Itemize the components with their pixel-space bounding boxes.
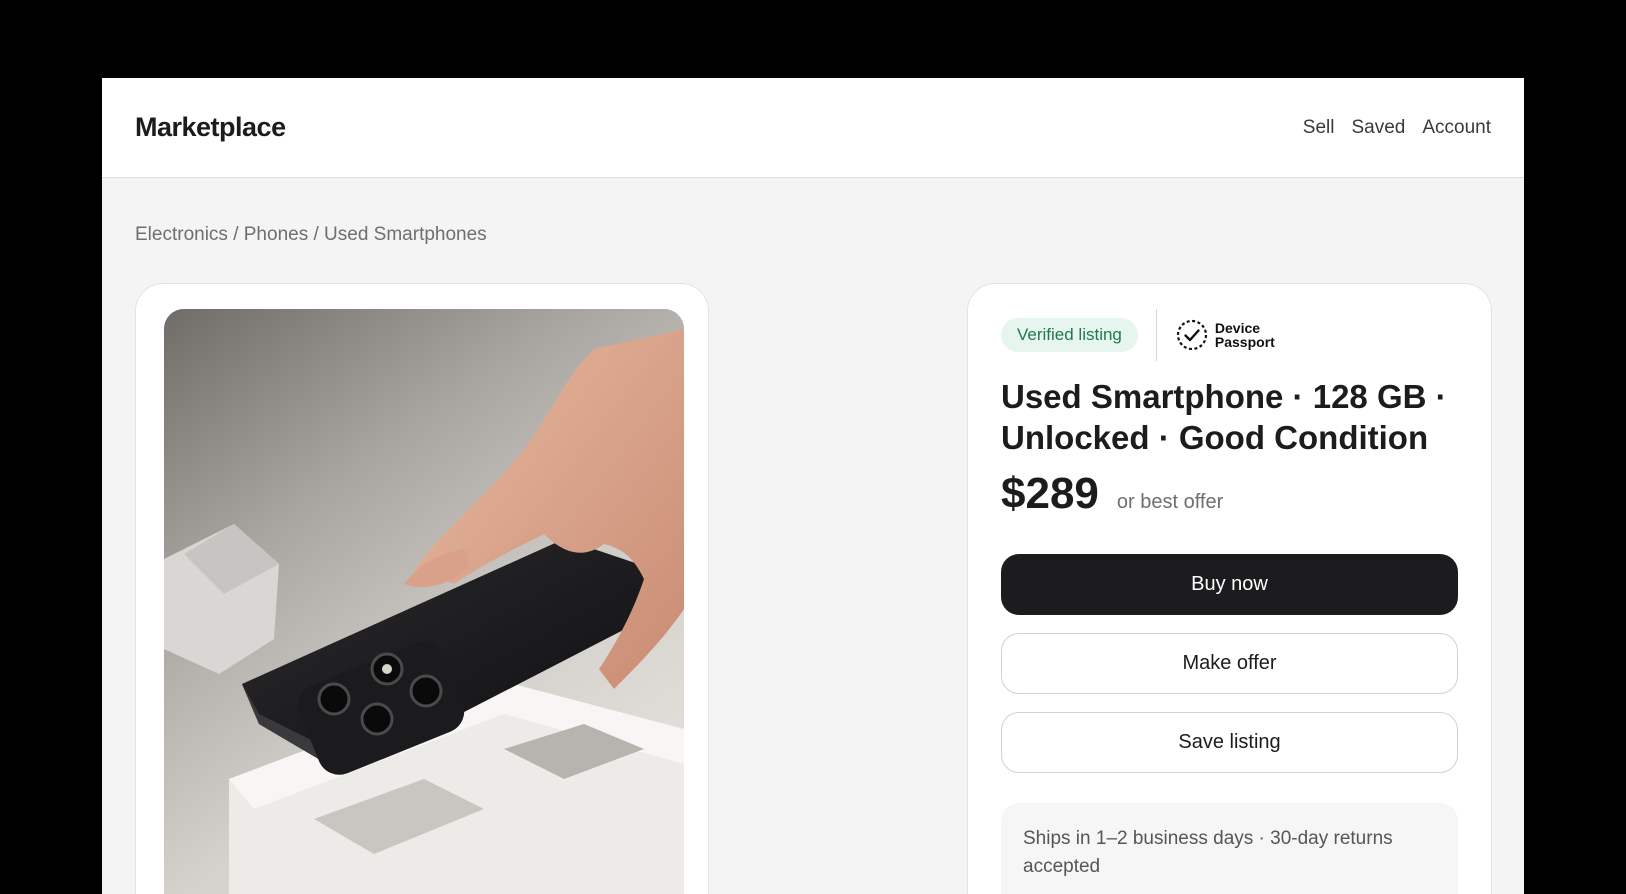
- nav-sell-link[interactable]: Sell: [1303, 117, 1335, 139]
- shipping-info: Ships in 1–2 business days · 30-day retu…: [1001, 803, 1458, 894]
- passport-check-icon: [1176, 319, 1207, 351]
- badge-row: Verified listing Device Passport: [1001, 309, 1275, 361]
- price-note: or best offer: [1116, 491, 1224, 513]
- top-bar: Marketplace Sell Saved Account: [102, 78, 1524, 178]
- nav-account-link[interactable]: Account: [1422, 117, 1491, 139]
- brand-logo[interactable]: Marketplace: [135, 112, 286, 143]
- passport-line2: Passport: [1214, 334, 1275, 350]
- top-nav: Sell Saved Account: [1303, 117, 1491, 139]
- listing-price: $289: [1001, 469, 1099, 518]
- price-row: $289 or best offer: [1001, 469, 1223, 519]
- verified-badge: Verified listing: [1001, 318, 1138, 352]
- smartphone-photo-illustration: [164, 309, 684, 894]
- save-listing-button[interactable]: Save listing: [1001, 712, 1458, 773]
- badge-divider: [1155, 309, 1157, 361]
- breadcrumb[interactable]: Electronics / Phones / Used Smartphones: [135, 224, 487, 246]
- buy-now-button[interactable]: Buy now: [1001, 554, 1458, 615]
- listing-title: Used Smartphone · 128 GB · Unlocked · Go…: [1001, 378, 1447, 456]
- device-passport-logo: Device Passport: [1175, 318, 1275, 352]
- passport-wordmark: Device Passport: [1215, 321, 1275, 349]
- listing-detail-card: Verified listing Device Passport Used Sm…: [967, 283, 1492, 894]
- make-offer-button[interactable]: Make offer: [1001, 633, 1458, 694]
- app-window: Marketplace Sell Saved Account Electroni…: [102, 78, 1524, 894]
- product-photo[interactable]: [164, 309, 684, 894]
- product-media-card: [135, 283, 709, 894]
- nav-saved-link[interactable]: Saved: [1351, 117, 1405, 139]
